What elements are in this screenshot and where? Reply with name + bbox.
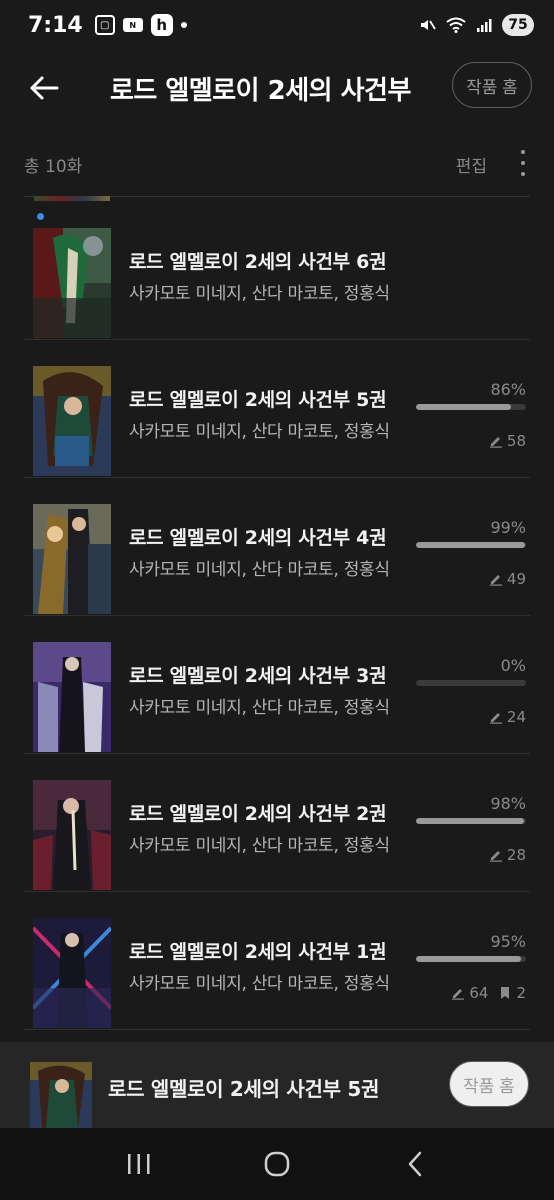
book-cover xyxy=(33,366,111,476)
book-title: 로드 엘멜로이 2세의 사건부 1권 xyxy=(129,941,387,963)
bookmarks-count: 2 xyxy=(498,984,526,1002)
book-authors: 사카모토 미네지, 산다 마코토, 정홍식 xyxy=(129,422,390,442)
book-stats: 64 2 xyxy=(451,984,526,1002)
progress-percent: 99% xyxy=(490,518,526,537)
book-authors: 사카모토 미네지, 산다 마코토, 정홍식 xyxy=(129,974,390,994)
book-title: 로드 엘멜로이 2세의 사건부 5권 xyxy=(129,389,387,411)
current-book-title: 로드 엘멜로이 2세의 사건부 5권 xyxy=(108,1077,380,1101)
book-cover xyxy=(33,642,111,752)
book-title: 로드 엘멜로이 2세의 사건부 6권 xyxy=(129,251,387,273)
work-home-button[interactable]: 작품 홈 xyxy=(452,62,532,108)
more-options-icon[interactable] xyxy=(518,150,528,176)
book-item[interactable]: 로드 엘멜로이 2세의 사건부 3권 사카모토 미네지, 산다 마코토, 정홍식… xyxy=(24,616,530,754)
progress-percent: 98% xyxy=(490,794,526,813)
status-right-icons: 75 xyxy=(418,14,534,36)
signal-icon xyxy=(477,19,492,32)
progress-bar xyxy=(416,818,526,824)
screenshot-icon: ▢ xyxy=(94,15,115,35)
back-icon[interactable] xyxy=(395,1144,435,1184)
current-book-bar[interactable]: 로드 엘멜로이 2세의 사건부 5권 작품 홈 xyxy=(0,1042,554,1128)
book-authors: 사카모토 미네지, 산다 마코토, 정홍식 xyxy=(129,698,390,718)
notes-count: 24 xyxy=(489,708,526,726)
book-cover xyxy=(33,504,111,614)
book-title: 로드 엘멜로이 2세의 사건부 3권 xyxy=(129,665,387,687)
book-item[interactable]: 로드 엘멜로이 2세의 사건부 2권 사카모토 미네지, 산다 마코토, 정홍식… xyxy=(24,754,530,892)
edit-button[interactable]: 편집 xyxy=(456,152,487,177)
total-count: 총 10화 xyxy=(24,157,83,177)
pencil-icon xyxy=(489,713,502,724)
book-item[interactable]: 로드 엘멜로이 2세의 사건부 5권 사카모토 미네지, 산다 마코토, 정홍식… xyxy=(24,340,530,478)
current-book-work-home-button[interactable]: 작품 홈 xyxy=(449,1061,529,1107)
progress-fill xyxy=(416,956,521,962)
wifi-icon xyxy=(446,17,466,33)
book-authors: 사카모토 미네지, 산다 마코토, 정홍식 xyxy=(129,560,390,580)
notes-count: 49 xyxy=(489,570,526,588)
partial-cover-above xyxy=(34,196,110,201)
book-cover xyxy=(33,228,111,338)
battery-indicator: 75 xyxy=(502,14,534,36)
book-item[interactable]: 로드 엘멜로이 2세의 사건부 1권 사카모토 미네지, 산다 마코토, 정홍식… xyxy=(24,892,530,1030)
progress-percent: 95% xyxy=(490,932,526,951)
pencil-icon xyxy=(489,851,502,862)
book-cover xyxy=(33,918,111,1028)
progress-percent: 86% xyxy=(490,380,526,399)
progress-bar xyxy=(416,680,526,686)
status-left-icons: ▢ N h xyxy=(94,14,187,36)
new-indicator-dot xyxy=(37,213,44,220)
pencil-icon xyxy=(489,437,502,448)
progress-fill xyxy=(416,542,525,548)
home-icon[interactable] xyxy=(257,1144,297,1184)
book-title: 로드 엘멜로이 2세의 사건부 4권 xyxy=(129,527,387,549)
notes-count: 64 xyxy=(451,984,488,1002)
current-book-cover xyxy=(30,1062,92,1128)
pencil-icon xyxy=(452,989,465,1000)
list-toolbar: 총 10화 편집 xyxy=(0,134,554,192)
system-nav-bar xyxy=(0,1128,554,1200)
app-header: 로드 엘멜로이 2세의 사건부 작품 홈 xyxy=(0,54,554,124)
book-title: 로드 엘멜로이 2세의 사건부 2권 xyxy=(129,803,387,825)
pencil-icon xyxy=(489,575,502,586)
arrow-left-icon xyxy=(30,76,59,100)
progress-percent: 0% xyxy=(500,656,526,675)
back-button[interactable] xyxy=(26,70,62,106)
book-stats: 28 xyxy=(489,846,526,864)
book-item[interactable]: 로드 엘멜로이 2세의 사건부 4권 사카모토 미네지, 산다 마코토, 정홍식… xyxy=(24,478,530,616)
status-time: 7:14 xyxy=(28,12,83,38)
mute-icon xyxy=(421,20,436,30)
book-cover xyxy=(33,780,111,890)
dot-icon xyxy=(180,22,187,28)
book-stats: 24 xyxy=(489,708,526,726)
progress-fill xyxy=(416,404,511,410)
h-app-icon: h xyxy=(150,14,173,36)
notes-count: 28 xyxy=(489,846,526,864)
book-authors: 사카모토 미네지, 산다 마코토, 정홍식 xyxy=(129,284,390,304)
book-stats: 49 xyxy=(489,570,526,588)
progress-bar xyxy=(416,956,526,962)
progress-bar xyxy=(416,542,526,548)
book-stats: 58 xyxy=(489,432,526,450)
nfc-icon: N xyxy=(122,18,143,32)
book-list: 로드 엘멜로이 2세의 사건부 6권 사카모토 미네지, 산다 마코토, 정홍식… xyxy=(0,202,554,1030)
notes-count: 58 xyxy=(489,432,526,450)
progress-bar xyxy=(416,404,526,410)
book-item[interactable]: 로드 엘멜로이 2세의 사건부 6권 사카모토 미네지, 산다 마코토, 정홍식 xyxy=(24,202,530,340)
status-bar: 7:14 ▢ N h 75 xyxy=(0,0,554,50)
progress-fill xyxy=(416,818,524,824)
book-authors: 사카모토 미네지, 산다 마코토, 정홍식 xyxy=(129,836,390,856)
bookmark-icon xyxy=(501,987,510,999)
recent-apps-icon[interactable] xyxy=(119,1144,159,1184)
page-title: 로드 엘멜로이 2세의 사건부 xyxy=(110,76,411,106)
